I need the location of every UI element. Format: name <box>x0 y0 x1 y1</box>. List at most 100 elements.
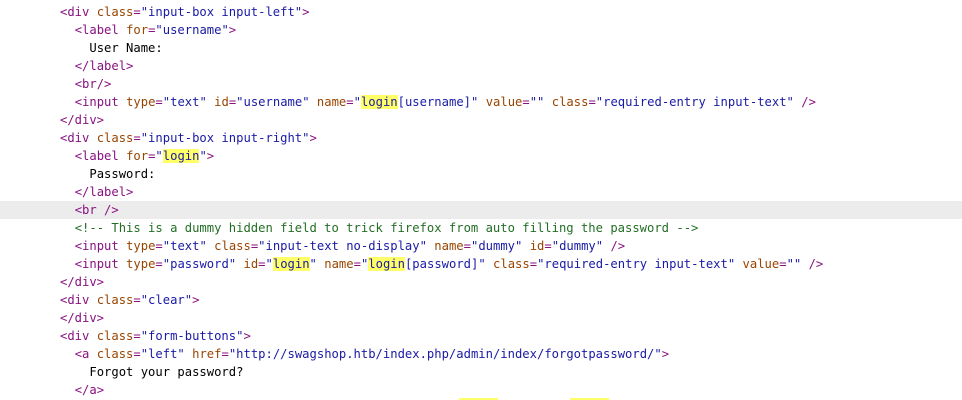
source-line: </div> <box>0 309 962 327</box>
source-line: <!-- This is a dummy hidden field to tri… <box>0 219 962 237</box>
token-str: "required-entry input-text" <box>537 257 736 271</box>
source-line-content: <a class="left" href="http://swagshop.ht… <box>60 345 669 363</box>
source-line: <div class="clear"> <box>0 291 962 309</box>
source-line-current: <br /> <box>0 201 962 219</box>
token-attr: for <box>126 23 149 37</box>
source-line: </div> <box>0 273 962 291</box>
token-attr: id <box>214 95 229 109</box>
source-line: <div class="form-buttons"> <box>0 327 962 345</box>
token-tag: <a <box>74 347 97 361</box>
token-tag: > <box>206 149 215 163</box>
token-str: "" <box>529 95 545 109</box>
token-str: "input-box input-left" <box>140 5 303 19</box>
token-tag <box>522 239 529 253</box>
token-tag <box>310 95 317 109</box>
token-tag: </div> <box>60 113 105 127</box>
token-tag: = <box>346 95 354 109</box>
token-attr: class <box>493 257 530 271</box>
token-tag: <label <box>74 23 127 37</box>
token-attr: value <box>485 95 523 109</box>
token-tag: <input <box>74 257 127 271</box>
token-tag: = <box>133 5 141 19</box>
token-tag: = <box>588 95 596 109</box>
token-tag: /> <box>793 95 816 109</box>
token-str: "input-box input-right" <box>140 131 310 145</box>
token-tag: </a> <box>74 383 105 397</box>
source-line: </label> <box>0 183 962 201</box>
token-str: "username" <box>155 23 229 37</box>
token-tag: > <box>302 5 310 19</box>
token-str: "http://swagshop.htb/index.php/admin/ind… <box>228 347 662 361</box>
token-tag: > <box>309 131 317 145</box>
source-line-content: <input type="text" id="username" name="l… <box>60 93 816 111</box>
source-line: <input type="password" id="login" name="… <box>0 255 962 273</box>
source-line: <label for="username"> <box>0 21 962 39</box>
source-line-content: <div class="input-box input-left"> <box>60 3 310 21</box>
token-attr: type <box>126 239 156 253</box>
token-tag: </label> <box>74 59 134 73</box>
token-tag <box>735 257 742 271</box>
token-str: "left" <box>140 347 185 361</box>
token-attr: id <box>243 257 259 271</box>
source-viewer[interactable]: <div class="input-box input-left"> <labe… <box>0 0 962 400</box>
source-line-content: <input type="text" class="input-text no-… <box>60 237 625 255</box>
token-str: "password" <box>162 257 237 271</box>
token-tag: = <box>155 95 163 109</box>
token-attr: name <box>316 95 347 109</box>
token-attr: class <box>96 5 134 19</box>
token-tag <box>544 95 551 109</box>
source-line: <br/> <box>0 75 962 93</box>
source-line: <div class="input-box input-right"> <box>0 129 962 147</box>
token-str: "dummy" <box>470 239 523 253</box>
source-line-content: <div class="form-buttons"> <box>60 327 251 345</box>
search-match: login <box>368 257 405 271</box>
token-tag: <input <box>74 95 127 109</box>
token-tag <box>185 347 192 361</box>
token-comment: <!-- This is a dummy hidden field to tri… <box>74 221 699 235</box>
token-tag: = <box>522 95 530 109</box>
source-line-content: Password: <box>60 165 155 183</box>
source-line: </label> <box>0 57 962 75</box>
token-attr: id <box>529 239 545 253</box>
source-line-content: <!-- This is a dummy hidden field to tri… <box>60 219 699 237</box>
token-attr: name <box>434 239 464 253</box>
source-line-content: </div> <box>60 309 104 327</box>
token-attr: for <box>126 149 149 163</box>
token-tag <box>486 257 493 271</box>
token-attr: class <box>96 131 134 145</box>
token-tag: = <box>353 257 361 271</box>
source-code-area: <div class="input-box input-left"> <labe… <box>0 3 962 399</box>
token-tag: <div <box>60 5 97 19</box>
token-tag: </div> <box>60 311 105 325</box>
token-attr: class <box>214 239 251 253</box>
source-line-content: <div class="clear"> <box>60 291 199 309</box>
token-tag: <input <box>74 239 127 253</box>
token-tag: <div <box>60 293 97 307</box>
token-tag: <div <box>60 131 97 145</box>
token-text: Forgot your password? <box>89 365 244 379</box>
token-tag: = <box>133 329 141 343</box>
source-line: Forgot your password? <box>0 363 962 381</box>
source-line: <div class="input-box input-left"> <box>0 3 962 21</box>
source-line: <a class="left" href="http://swagshop.ht… <box>0 345 962 363</box>
source-line: </div> <box>0 111 962 129</box>
token-str: "text" <box>162 239 207 253</box>
token-attr: name <box>324 257 354 271</box>
token-tag: <br/> <box>74 77 112 91</box>
token-str: [username]" <box>397 95 479 109</box>
token-tag: </label> <box>74 185 134 199</box>
token-str: "dummy" <box>551 239 604 253</box>
source-line-content: </label> <box>60 183 134 201</box>
token-tag <box>478 95 485 109</box>
search-match: login <box>162 149 200 163</box>
